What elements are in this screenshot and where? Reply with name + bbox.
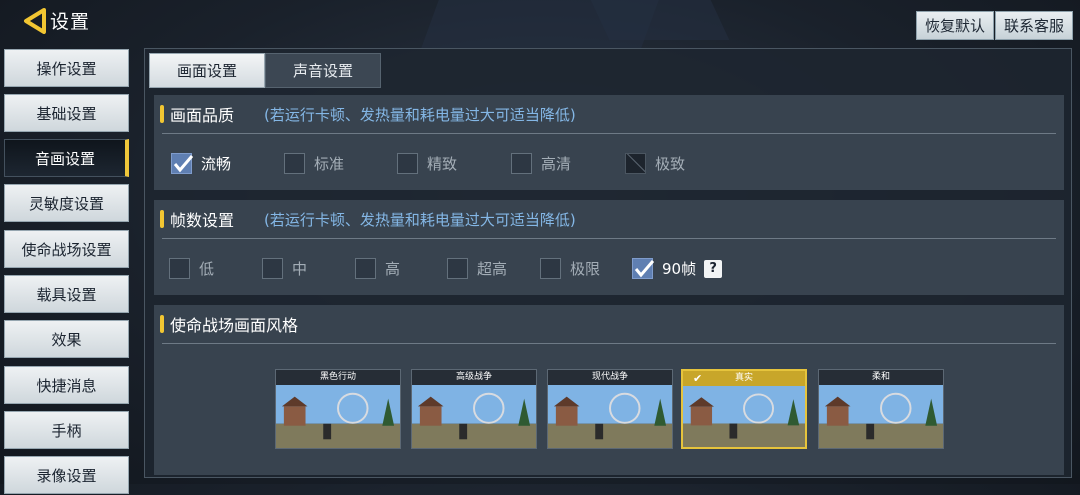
fps-section: 帧数设置 (若运行卡顿、发热量和耗电量过大可适当降低) 低 中 高 超高 极限 … xyxy=(154,200,1064,295)
fps-option-extreme[interactable]: 极限 xyxy=(540,258,600,279)
fps-title: 帧数设置 xyxy=(170,211,235,230)
help-icon[interactable]: ? xyxy=(704,259,723,278)
checkbox[interactable] xyxy=(262,258,283,279)
sidebar-item-controls[interactable]: 操作设置 xyxy=(4,49,129,87)
scene-thumbnail xyxy=(548,385,672,448)
section-marker xyxy=(160,210,164,228)
restore-defaults-button[interactable]: 恢复默认 xyxy=(916,11,995,40)
checkmark-icon xyxy=(173,155,194,173)
fps-option-90[interactable]: 90帧 ? xyxy=(632,258,723,279)
sidebar-item-recording[interactable]: 录像设置 xyxy=(4,456,129,494)
checkbox-checked[interactable] xyxy=(171,153,194,174)
checkbox-disabled xyxy=(625,153,646,174)
sidebar-item-battleground[interactable]: 使命战场设置 xyxy=(4,230,129,268)
checkbox[interactable] xyxy=(284,153,305,174)
tab-sound[interactable]: 声音设置 xyxy=(265,53,381,88)
section-marker xyxy=(160,315,164,333)
sidebar-item-effects[interactable]: 效果 xyxy=(4,320,129,358)
sidebar-item-basic[interactable]: 基础设置 xyxy=(4,94,129,132)
fps-option-ultra[interactable]: 超高 xyxy=(447,258,507,279)
style-card-modern-warfare[interactable]: 现代战争 xyxy=(547,369,673,449)
style-card-black-ops[interactable]: 黑色行动 xyxy=(275,369,401,449)
sidebar-item-vehicle[interactable]: 载具设置 xyxy=(4,275,129,313)
checkbox[interactable] xyxy=(447,258,468,279)
sidebar-item-sensitivity[interactable]: 灵敏度设置 xyxy=(4,184,129,222)
style-title: 使命战场画面风格 xyxy=(170,316,299,335)
fps-hint: (若运行卡顿、发热量和耗电量过大可适当降低) xyxy=(264,210,576,229)
tab-graphics[interactable]: 画面设置 xyxy=(149,53,265,88)
quality-title: 画面品质 xyxy=(170,106,235,125)
contact-support-button[interactable]: 联系客服 xyxy=(995,11,1074,40)
scene-thumbnail xyxy=(683,386,805,447)
settings-panel: 画面设置 声音设置 画面品质 (若运行卡顿、发热量和耗电量过大可适当降低) 流畅… xyxy=(144,48,1072,478)
quality-option-fine[interactable]: 精致 xyxy=(397,153,457,174)
checkbox[interactable] xyxy=(397,153,418,174)
scene-thumbnail xyxy=(819,385,943,448)
scene-thumbnail xyxy=(276,385,400,448)
fps-option-low[interactable]: 低 xyxy=(169,258,214,279)
sidebar-item-controller[interactable]: 手柄 xyxy=(4,411,129,449)
sidebar-item-quick-messages[interactable]: 快捷消息 xyxy=(4,366,129,404)
checkbox[interactable] xyxy=(511,153,532,174)
quality-option-standard[interactable]: 标准 xyxy=(284,153,344,174)
checkmark-icon xyxy=(634,260,655,278)
style-card-advanced-warfare[interactable]: 高级战争 xyxy=(411,369,537,449)
checkbox-checked[interactable] xyxy=(632,258,655,279)
quality-option-hd[interactable]: 高清 xyxy=(511,153,571,174)
selected-check-icon: ✔ xyxy=(693,372,703,385)
section-marker xyxy=(160,105,164,123)
quality-section: 画面品质 (若运行卡顿、发热量和耗电量过大可适当降低) 流畅 标准 精致 高清 … xyxy=(154,95,1064,190)
scene-thumbnail xyxy=(412,385,536,448)
fps-option-high[interactable]: 高 xyxy=(355,258,400,279)
style-card-realistic[interactable]: 真实 ✔ xyxy=(681,369,807,449)
checkbox[interactable] xyxy=(169,258,190,279)
back-arrow-icon[interactable] xyxy=(22,8,46,34)
quality-option-smooth[interactable]: 流畅 xyxy=(171,153,231,174)
quality-hint: (若运行卡顿、发热量和耗电量过大可适当降低) xyxy=(264,105,576,124)
fps-option-medium[interactable]: 中 xyxy=(262,258,307,279)
sidebar-item-audio-video[interactable]: 音画设置 xyxy=(4,139,129,177)
page-title: 设置 xyxy=(50,11,91,33)
checkbox[interactable] xyxy=(355,258,376,279)
quality-option-ultra: 极致 xyxy=(625,153,685,174)
style-card-soft[interactable]: 柔和 xyxy=(818,369,944,449)
checkbox[interactable] xyxy=(540,258,561,279)
